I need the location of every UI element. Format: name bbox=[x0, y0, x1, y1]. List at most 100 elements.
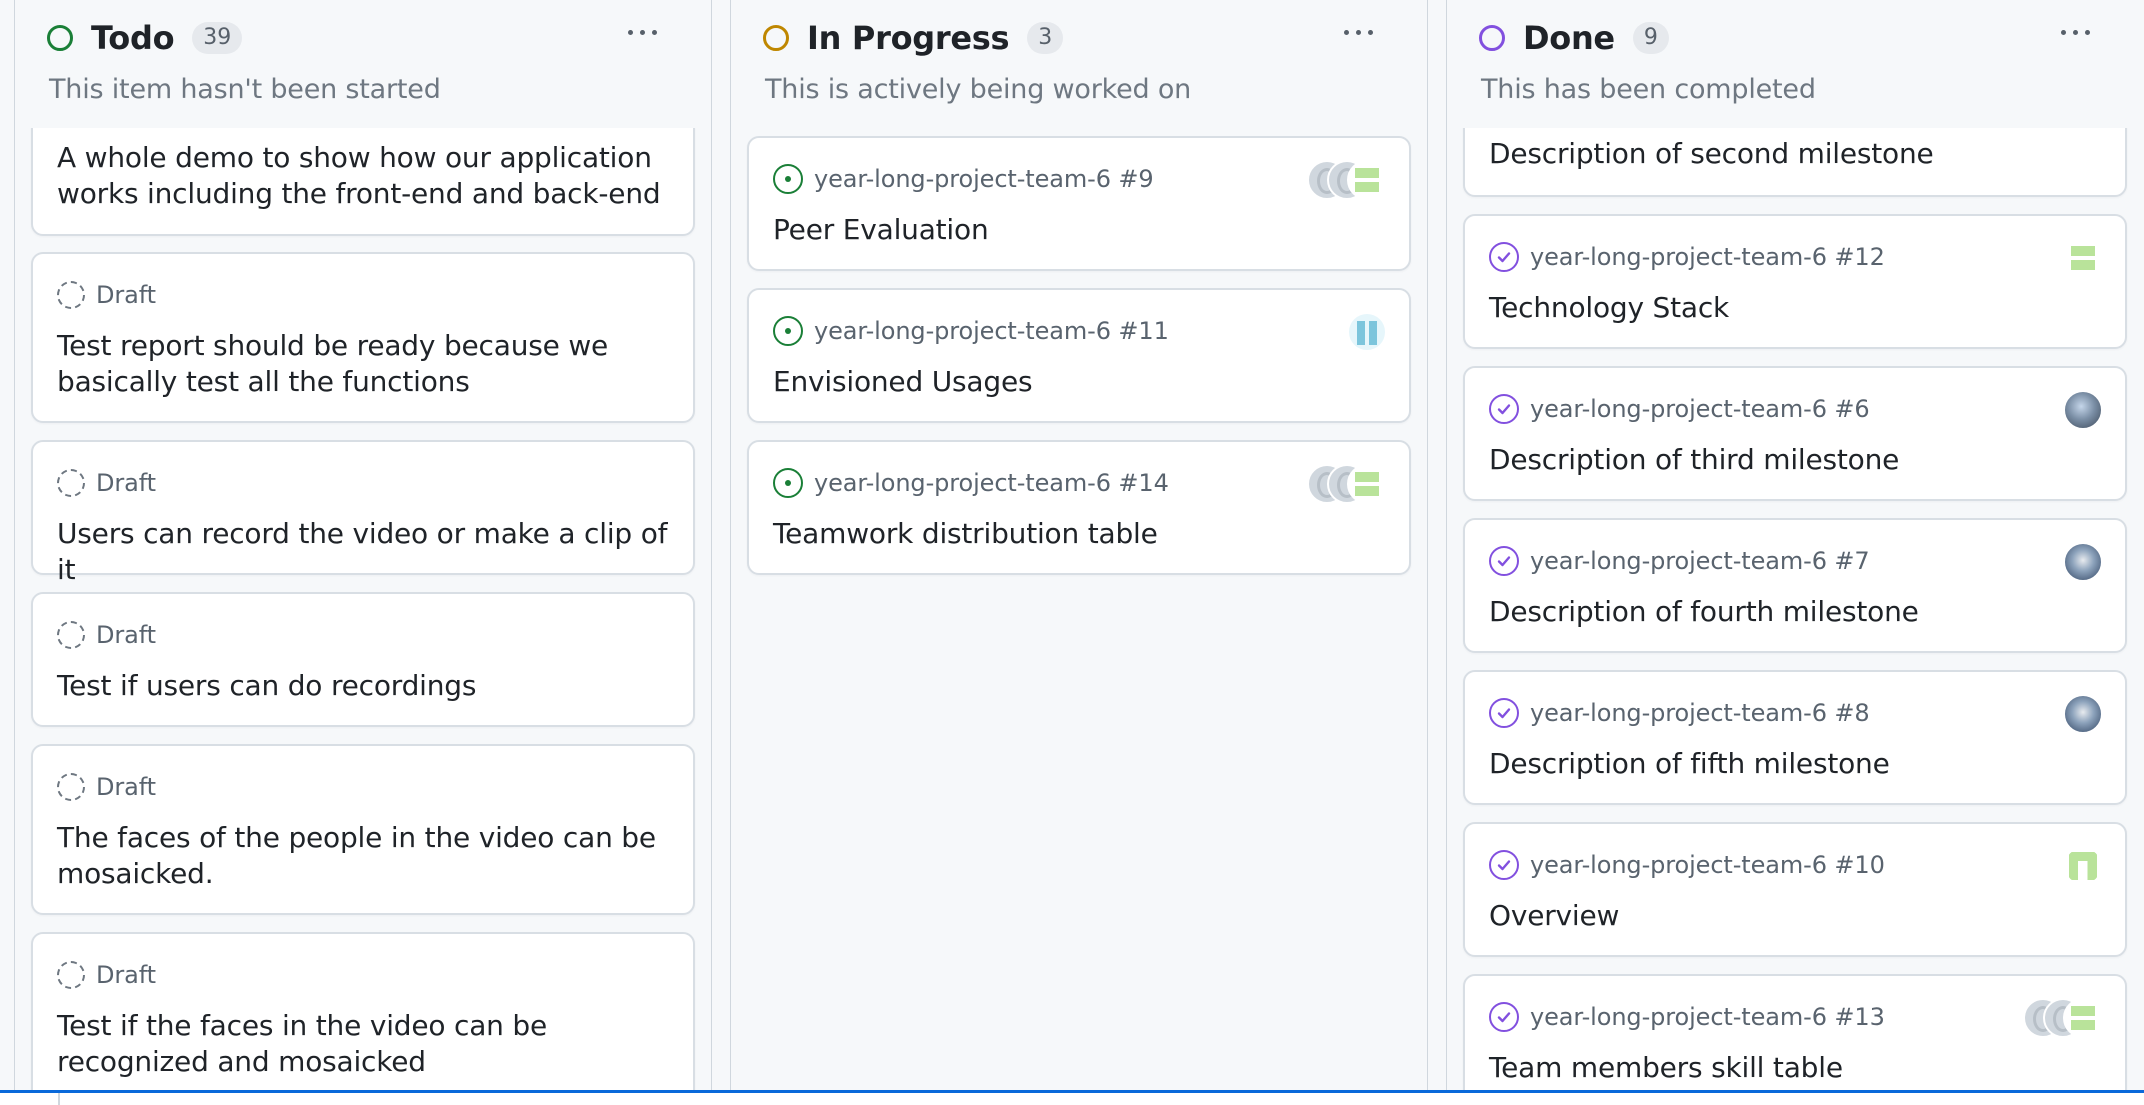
card-todo-1[interactable]: A whole demo to show how our application… bbox=[31, 116, 695, 236]
avatar[interactable] bbox=[2063, 238, 2103, 278]
column-header: Done 9 This has been completed bbox=[1447, 0, 2144, 128]
card-title[interactable]: The faces of the people in the video can… bbox=[57, 820, 669, 892]
avatar[interactable] bbox=[2063, 542, 2103, 582]
card-meta-text[interactable]: year-long-project-team-6 #10 bbox=[1530, 851, 1885, 879]
column-title: In Progress bbox=[807, 19, 1010, 57]
item-count-badge: 9 bbox=[1632, 22, 1669, 54]
column-todo-cards[interactable]: A whole demo to show how our application… bbox=[15, 0, 711, 1090]
avatar[interactable] bbox=[1347, 312, 1387, 352]
item-count-badge: 39 bbox=[192, 22, 243, 54]
card-title[interactable]: Overview bbox=[1489, 898, 2101, 934]
card-meta: year-long-project-team-6 #6 bbox=[1489, 392, 1870, 426]
avatar[interactable] bbox=[1347, 160, 1387, 200]
card-meta: year-long-project-team-6 #7 bbox=[1489, 544, 1870, 578]
card-todo-4[interactable]: Draft Test if users can do recordings bbox=[31, 592, 695, 727]
card-done-3[interactable]: year-long-project-team-6 #6 Description … bbox=[1463, 366, 2127, 501]
card-meta-text: Draft bbox=[96, 961, 156, 989]
card-meta-text: Draft bbox=[96, 773, 156, 801]
column-header: In Progress 3 This is actively being wor… bbox=[731, 0, 1427, 128]
card-title[interactable]: Description of fourth milestone bbox=[1489, 594, 2101, 630]
card-title[interactable]: Description of second milestone bbox=[1489, 136, 2101, 172]
card-title[interactable]: Peer Evaluation bbox=[773, 212, 1385, 248]
avatar[interactable] bbox=[2063, 694, 2103, 734]
card-title[interactable]: Teamwork distribution table bbox=[773, 516, 1385, 552]
card-meta-text[interactable]: year-long-project-team-6 #8 bbox=[1530, 699, 1870, 727]
column-in-progress-cards[interactable]: year-long-project-team-6 #9 Peer Evaluat… bbox=[731, 0, 1427, 1090]
assignees[interactable] bbox=[2063, 846, 2103, 888]
card-title[interactable]: A whole demo to show how our application… bbox=[57, 140, 669, 212]
card-title[interactable]: Description of third milestone bbox=[1489, 442, 2101, 478]
card-title[interactable]: Users can record the video or make a cli… bbox=[57, 516, 669, 588]
card-in-progress-3[interactable]: year-long-project-team-6 #14 Teamwork di… bbox=[747, 440, 1411, 575]
column-done-cards[interactable]: Description of second milestone year-lon… bbox=[1447, 0, 2144, 1090]
assignees[interactable] bbox=[2063, 542, 2103, 584]
column-menu-button[interactable] bbox=[617, 12, 667, 52]
card-in-progress-2[interactable]: year-long-project-team-6 #11 Envisioned … bbox=[747, 288, 1411, 423]
assignees[interactable] bbox=[1347, 312, 1387, 354]
dot bbox=[1367, 29, 1373, 35]
draft-icon bbox=[57, 281, 85, 309]
avatar[interactable] bbox=[2063, 998, 2103, 1038]
open-issue-icon bbox=[773, 316, 803, 346]
card-title[interactable]: Test report should be ready because we b… bbox=[57, 328, 669, 400]
draft-icon bbox=[57, 773, 85, 801]
avatar[interactable] bbox=[2063, 390, 2103, 430]
card-title[interactable]: Test if the faces in the video can be re… bbox=[57, 1008, 669, 1080]
card-meta-text[interactable]: year-long-project-team-6 #12 bbox=[1530, 243, 1885, 271]
card-meta: year-long-project-team-6 #11 bbox=[773, 314, 1169, 348]
card-done-5[interactable]: year-long-project-team-6 #8 Description … bbox=[1463, 670, 2127, 805]
column-menu-button[interactable] bbox=[2050, 12, 2100, 52]
card-meta-text[interactable]: year-long-project-team-6 #7 bbox=[1530, 547, 1870, 575]
assignees[interactable] bbox=[2063, 238, 2103, 280]
assignees[interactable] bbox=[2063, 694, 2103, 736]
assignees[interactable] bbox=[2063, 390, 2103, 432]
todo-status-icon bbox=[47, 25, 73, 51]
column-todo: A whole demo to show how our application… bbox=[14, 0, 712, 1090]
card-title[interactable]: Technology Stack bbox=[1489, 290, 2101, 326]
avatar[interactable] bbox=[1347, 464, 1387, 504]
bottom-edge-bar bbox=[0, 1090, 2144, 1105]
card-done-6[interactable]: year-long-project-team-6 #10 Overview bbox=[1463, 822, 2127, 957]
card-meta-text[interactable]: year-long-project-team-6 #9 bbox=[814, 165, 1154, 193]
card-todo-6[interactable]: Draft Test if the faces in the video can… bbox=[31, 932, 695, 1090]
column-title-row: Done 9 bbox=[1479, 18, 1669, 58]
card-meta: Draft bbox=[57, 958, 156, 992]
column-title-row: Todo 39 bbox=[47, 18, 243, 58]
column-title: Done bbox=[1523, 19, 1615, 57]
card-todo-5[interactable]: Draft The faces of the people in the vid… bbox=[31, 744, 695, 915]
card-meta-text[interactable]: year-long-project-team-6 #14 bbox=[814, 469, 1169, 497]
assignees[interactable] bbox=[1307, 160, 1387, 202]
dot bbox=[2060, 29, 2066, 35]
card-title[interactable]: Team members skill table bbox=[1489, 1050, 2101, 1086]
card-title[interactable]: Envisioned Usages bbox=[773, 364, 1385, 400]
column-in-progress: year-long-project-team-6 #9 Peer Evaluat… bbox=[730, 0, 1428, 1090]
dot bbox=[651, 29, 657, 35]
card-meta-text: Draft bbox=[96, 469, 156, 497]
card-meta-text[interactable]: year-long-project-team-6 #6 bbox=[1530, 395, 1870, 423]
dot bbox=[2084, 29, 2090, 35]
card-in-progress-1[interactable]: year-long-project-team-6 #9 Peer Evaluat… bbox=[747, 136, 1411, 271]
column-title-row: In Progress 3 bbox=[763, 18, 1064, 58]
column-menu-button[interactable] bbox=[1333, 12, 1383, 52]
open-issue-icon bbox=[773, 164, 803, 194]
card-meta: year-long-project-team-6 #12 bbox=[1489, 240, 1885, 274]
dot bbox=[1355, 29, 1361, 35]
card-done-4[interactable]: year-long-project-team-6 #7 Description … bbox=[1463, 518, 2127, 653]
column-title: Todo bbox=[91, 19, 175, 57]
card-title[interactable]: Description of fifth milestone bbox=[1489, 746, 2101, 782]
card-meta-text[interactable]: year-long-project-team-6 #11 bbox=[814, 317, 1169, 345]
card-meta: Draft bbox=[57, 770, 156, 804]
closed-issue-icon bbox=[1489, 546, 1519, 576]
draft-icon bbox=[57, 621, 85, 649]
card-title[interactable]: Test if users can do recordings bbox=[57, 668, 669, 704]
avatar[interactable] bbox=[2063, 846, 2103, 886]
draft-icon bbox=[57, 961, 85, 989]
card-todo-3[interactable]: Draft Users can record the video or make… bbox=[31, 440, 695, 586]
draft-icon bbox=[57, 469, 85, 497]
card-todo-2[interactable]: Draft Test report should be ready becaus… bbox=[31, 252, 695, 423]
card-done-7[interactable]: year-long-project-team-6 #13 Team member… bbox=[1463, 974, 2127, 1090]
card-done-2[interactable]: year-long-project-team-6 #12 Technology … bbox=[1463, 214, 2127, 349]
card-meta-text[interactable]: year-long-project-team-6 #13 bbox=[1530, 1003, 1885, 1031]
assignees[interactable] bbox=[2023, 998, 2103, 1040]
assignees[interactable] bbox=[1307, 464, 1387, 506]
